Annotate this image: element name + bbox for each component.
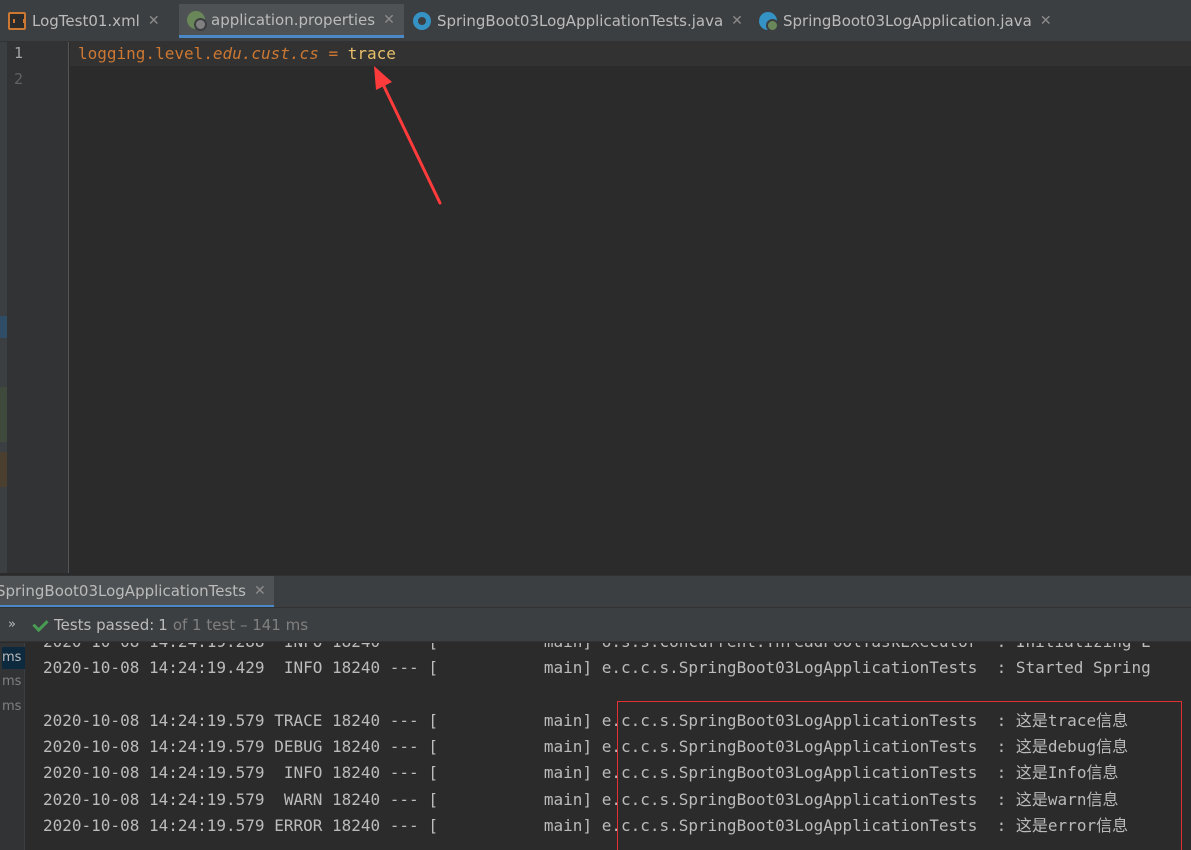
close-icon[interactable]: ✕: [731, 13, 743, 29]
code-line-1[interactable]: logging.level.edu.cust.cs = trace: [78, 43, 396, 65]
close-icon[interactable]: ✕: [1040, 13, 1052, 29]
run-tab-label: SpringBoot03LogApplicationTests: [0, 581, 246, 600]
property-key-package: edu.cust.cs: [212, 44, 319, 63]
tests-summary: of 1 test – 141 ms: [172, 615, 309, 634]
run-tool-window-header: SpringBoot03LogApplicationTests ✕: [0, 575, 1191, 608]
log-line: 2020-10-08 14:24:19.288 INFO 18240 --- […: [43, 643, 1151, 652]
equals-sign: =: [318, 44, 348, 63]
tab-label: LogTest01.xml: [32, 12, 140, 30]
code-editor[interactable]: logging.level.edu.cust.cs = trace: [70, 42, 1191, 573]
tab-springboot03logapplicationtests-java[interactable]: SpringBoot03LogApplicationTests.java ✕: [405, 4, 750, 38]
annotation-arrow: [374, 66, 442, 205]
close-icon[interactable]: ✕: [148, 13, 160, 29]
editor-tab-bar: LogTest01.xml ✕ application.properties ✕…: [0, 0, 1191, 42]
test-status-bar: » Tests passed: 1 of 1 test – 141 ms: [0, 607, 1191, 642]
tab-label: SpringBoot03LogApplicationTests.java: [437, 12, 724, 30]
check-icon: [32, 617, 48, 633]
xml-file-icon: [8, 12, 26, 30]
tab-label: SpringBoot03LogApplication.java: [783, 12, 1032, 30]
log-line: 2020-10-08 14:24:19.429 INFO 18240 --- […: [43, 658, 1151, 677]
strip-marker: [0, 387, 7, 442]
line-number: 1: [14, 44, 24, 62]
line-number-gutter[interactable]: 1 2: [7, 42, 69, 573]
java-class-run-icon: [759, 12, 779, 32]
expand-chevron-icon[interactable]: »: [8, 617, 28, 632]
highlight-box: [617, 701, 1182, 850]
properties-file-icon: [187, 10, 207, 31]
java-class-icon: [413, 12, 431, 30]
strip-marker: [0, 316, 7, 338]
line-number: 2: [14, 70, 24, 88]
project-tool-strip: [0, 42, 7, 573]
tests-passed-count: 1: [158, 615, 168, 634]
close-icon[interactable]: ✕: [383, 12, 395, 28]
close-icon[interactable]: ✕: [254, 583, 266, 599]
tab-application-properties[interactable]: application.properties ✕: [179, 4, 404, 38]
tab-logtest01-xml[interactable]: LogTest01.xml ✕: [0, 4, 178, 38]
run-tab[interactable]: SpringBoot03LogApplicationTests ✕: [0, 576, 274, 608]
console-output[interactable]: 2020-10-08 14:24:19.288 INFO 18240 --- […: [26, 643, 1191, 850]
tab-springboot03logapplication-java[interactable]: SpringBoot03LogApplication.java ✕: [751, 4, 1061, 38]
test-duration-item[interactable]: ms: [2, 671, 25, 693]
test-tree-column: ms ms ms: [0, 643, 25, 850]
test-duration-item[interactable]: ms: [2, 647, 25, 669]
property-key: logging.level.: [78, 44, 213, 63]
tab-label: application.properties: [211, 10, 376, 29]
strip-marker: [0, 452, 7, 487]
tests-passed-label: Tests passed:: [54, 615, 155, 634]
test-duration-item[interactable]: ms: [2, 696, 25, 718]
